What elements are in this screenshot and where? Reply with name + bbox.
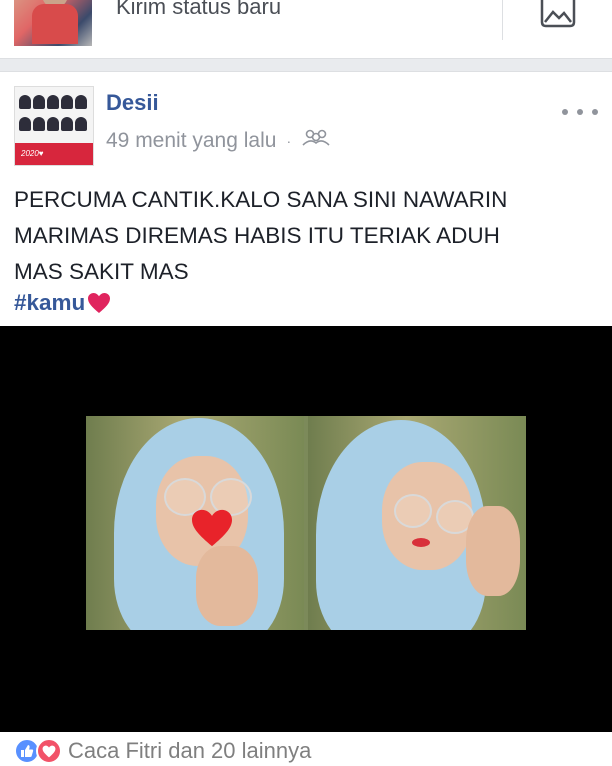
heart-sticker-icon	[190, 508, 234, 553]
love-icon	[36, 738, 62, 764]
current-user-avatar[interactable]	[14, 0, 92, 46]
reaction-summary[interactable]: Caca Fitri dan 20 lainnya	[14, 736, 311, 766]
post-text-line: MARIMAS DIREMAS HABIS ITU TERIAK ADUH	[14, 223, 500, 248]
hashtag-text[interactable]: #kamu	[14, 290, 85, 316]
post-author-avatar[interactable]: 2020♥	[14, 86, 94, 166]
reaction-names[interactable]: Caca Fitri dan 20 lainnya	[68, 738, 311, 764]
feed-separator	[0, 59, 612, 72]
more-options-icon[interactable]	[562, 100, 598, 124]
post-photo[interactable]	[0, 326, 612, 732]
red-heart-icon	[87, 292, 111, 314]
post-body: PERCUMA CANTIK.KALO SANA SINI NAWARIN MA…	[14, 182, 604, 290]
post-text-line: PERCUMA CANTIK.KALO SANA SINI NAWARIN	[14, 187, 508, 212]
post-author-name[interactable]: Desii	[106, 90, 159, 116]
composer-divider	[502, 0, 503, 40]
hashtag-link[interactable]: #kamu	[14, 290, 111, 316]
post-meta: 49 menit yang lalu ·	[106, 128, 331, 154]
photo-panel-left	[86, 416, 304, 630]
photo-icon[interactable]	[536, 0, 580, 30]
post-text-line: MAS SAKIT MAS	[14, 259, 189, 284]
status-prompt[interactable]: Kirim status baru	[116, 0, 281, 20]
friends-audience-icon[interactable]	[301, 128, 331, 154]
meta-separator: ·	[286, 133, 292, 149]
photo-panel-right	[308, 416, 526, 630]
photo-collage	[86, 416, 526, 630]
post-timestamp[interactable]: 49 menit yang lalu	[106, 129, 276, 153]
avatar-caption: 2020♥	[21, 149, 44, 158]
status-composer: Kirim status baru	[0, 0, 612, 59]
